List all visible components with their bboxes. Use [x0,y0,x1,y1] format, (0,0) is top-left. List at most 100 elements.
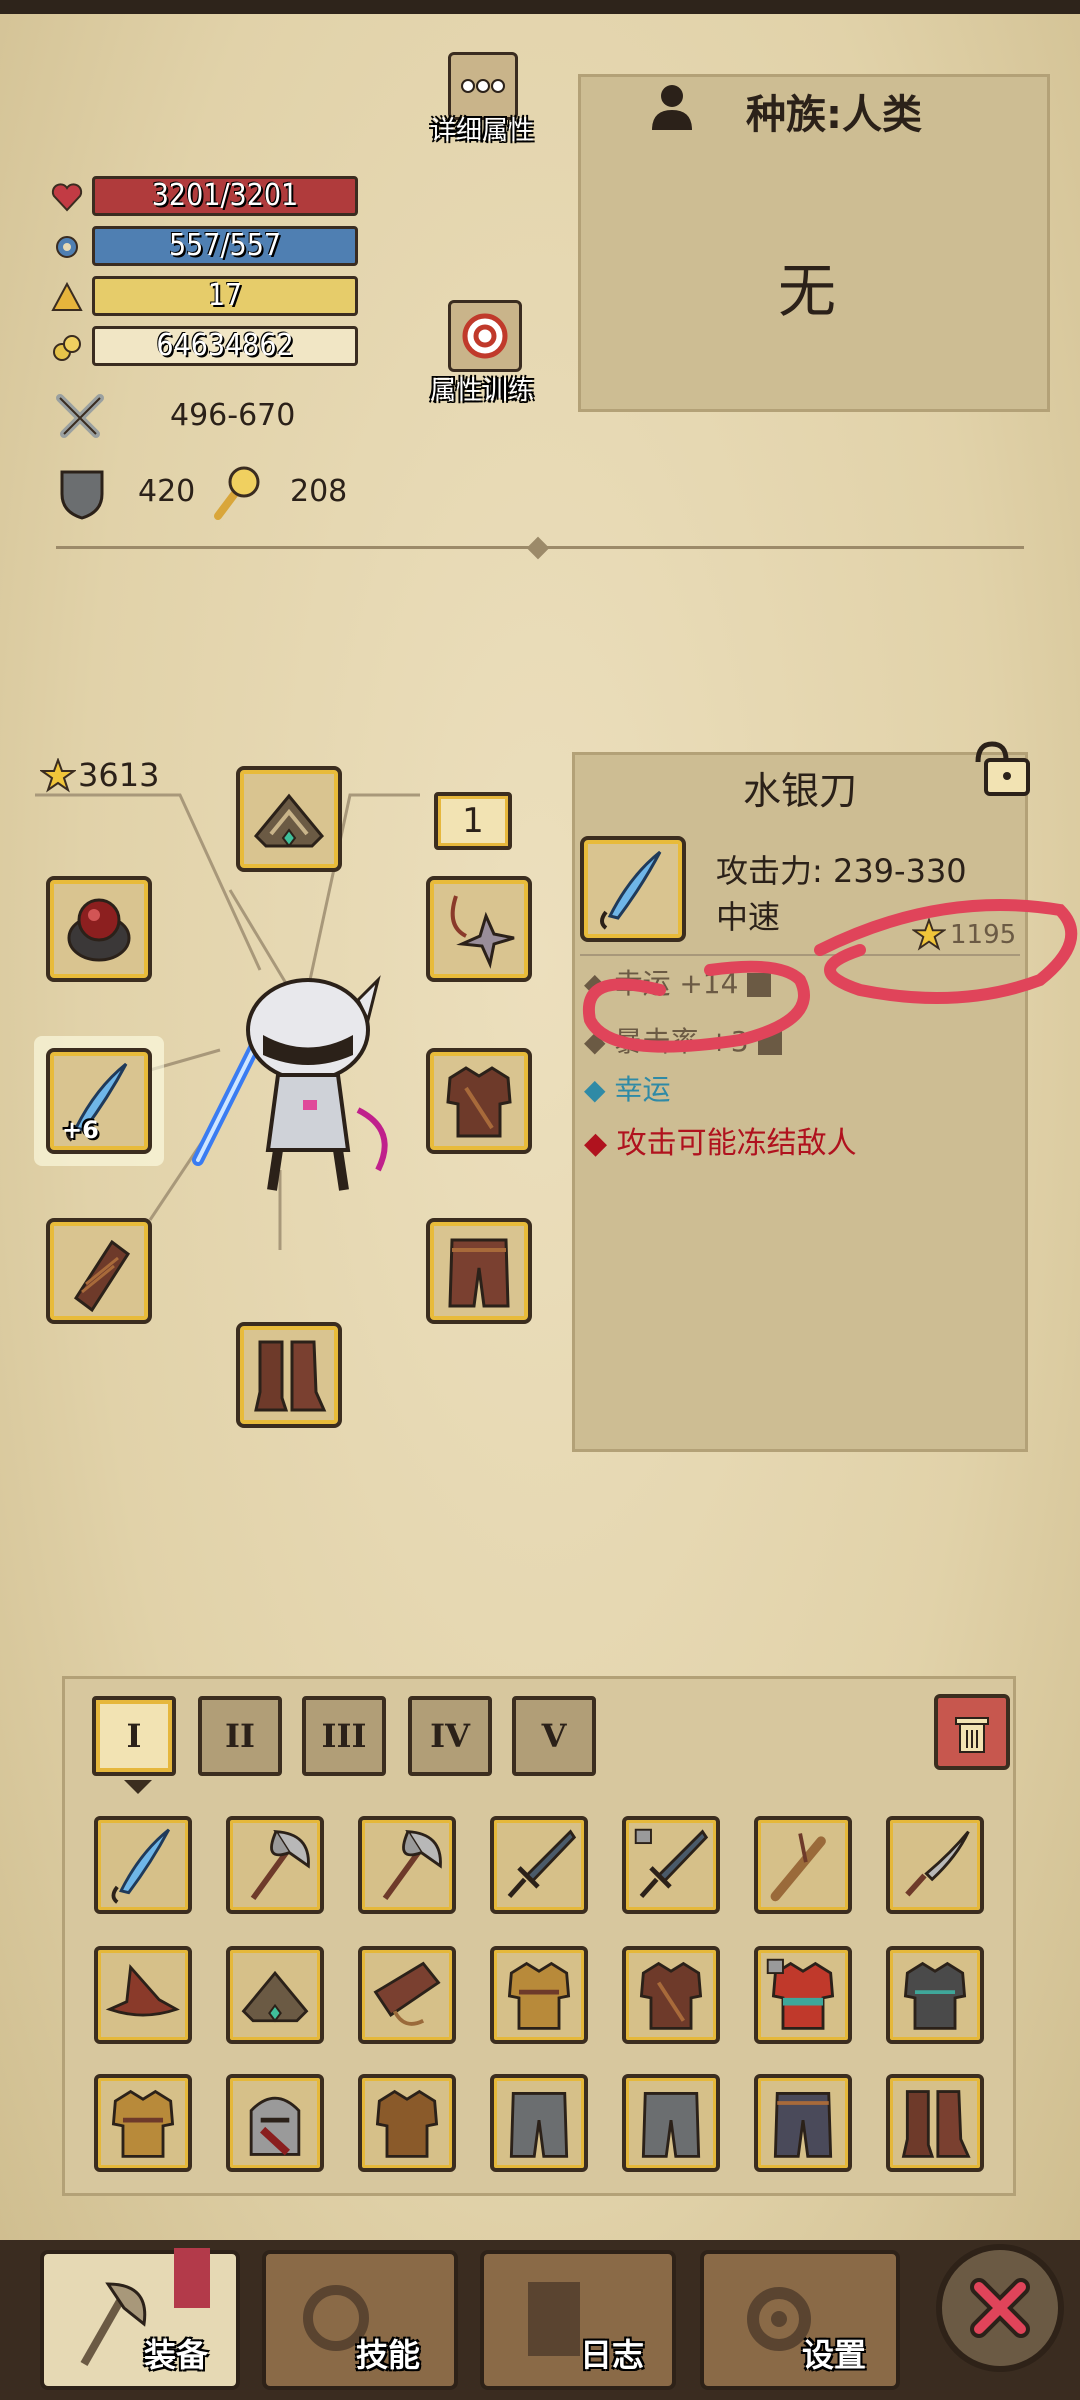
magic-value: 208 [290,474,348,509]
inventory-item[interactable] [358,1946,456,2044]
inventory-tab-1[interactable]: I [92,1696,176,1776]
inventory-item[interactable] [226,1816,324,1914]
inventory-tab-4-label: IV [430,1717,470,1755]
gray-pants-icon [509,2092,569,2158]
crossed-swords-icon [56,394,104,438]
magic-orb-icon [214,466,260,520]
inventory-tab-2-label: II [225,1717,255,1755]
gloves-slot[interactable] [46,1218,152,1324]
inventory-tab-2[interactable]: II [198,1696,282,1776]
inventory-item[interactable] [886,1946,984,2044]
leather-boots-icon [901,2090,971,2158]
weapon-enhance-level: +6 [62,1116,99,1144]
inventory-tab-4[interactable]: IV [408,1696,492,1776]
inventory-item[interactable] [226,2074,324,2172]
mp-value: 557/557 [92,226,358,266]
ornate-helmet-icon [253,793,325,848]
attack-value: 496-670 [170,398,296,433]
weapon-slot[interactable]: +6 [46,1048,152,1154]
gold-armor-icon [507,1961,571,2030]
inventory-item[interactable] [622,1816,720,1914]
inventory-item[interactable] [886,1816,984,1914]
wooden-club-icon [770,1833,826,1902]
inventory-item[interactable] [490,1816,588,1914]
item-attr-luck-bonus: ◆ 幸运 [584,1073,671,1106]
dark-sword-icon [507,1829,577,1899]
shield-icon [60,470,104,520]
inventory-tab-3-label: III [321,1717,367,1755]
inventory-tab-5[interactable]: V [512,1696,596,1776]
battle-axe-icon [250,1830,310,1901]
inventory-item[interactable] [358,1816,456,1914]
race-title: 种族:人类 [746,92,922,138]
item-effect: ◆ 攻击可能冻结敌人 [584,1126,857,1161]
trash-icon [955,1717,989,1753]
star-icon [40,758,76,793]
nav-equip-button[interactable]: 装备 [40,2248,240,2390]
locked-dark-sword-icon [634,1828,709,1899]
nav-log-label: 日志 [580,2336,645,2374]
leather-armor-icon [446,1066,512,1138]
item-attr-luck-bonus-text: 幸运 [614,1073,671,1106]
ring-slot[interactable] [46,876,152,982]
ring-count-badge: 1 [434,792,512,850]
mp-row: 557/557 [50,226,360,268]
top-border [0,0,1080,14]
close-button[interactable] [936,2244,1064,2372]
active-bookmark-icon [174,2248,210,2308]
pants-slot[interactable] [426,1218,532,1324]
inventory-item[interactable] [490,1946,588,2044]
inventory-item[interactable] [622,1946,720,2044]
attribute-training-label: 属性训练 [430,376,535,406]
inventory-tab-3[interactable]: III [302,1696,386,1776]
inventory-item[interactable] [94,1816,192,1914]
target-icon [462,313,508,359]
heart-icon [51,183,83,212]
gold-armor-icon [111,2089,175,2158]
nav-settings-label: 设置 [802,2336,867,2374]
short-blade-icon [905,1830,970,1897]
boots-slot[interactable] [236,1322,342,1428]
nav-skills-label: 技能 [356,2336,421,2374]
equipment-score: 3613 [78,756,160,794]
attribute-training-button[interactable] [448,300,522,372]
inventory-item[interactable] [226,1946,324,2044]
item-name: 水银刀 [742,769,857,813]
inventory-item[interactable] [490,2074,588,2172]
gold-value: 64634862 [92,326,358,366]
character-avatar[interactable] [168,960,418,1210]
ornate-helmet-icon [241,1970,309,2023]
nav-skills-button[interactable]: 技能 [262,2250,458,2390]
unlock-icon[interactable] [970,740,1034,800]
ruby-ring-icon [67,898,131,962]
inventory-item[interactable] [754,1816,852,1914]
inventory-item[interactable] [886,2074,984,2172]
locked-red-tunic-icon [766,1958,835,2030]
trash-button[interactable] [934,1694,1010,1770]
inventory-item[interactable] [754,2074,852,2172]
race-value: 无 [778,257,837,325]
inventory-item[interactable] [754,1946,852,2044]
amulet-slot[interactable] [426,876,532,982]
armor-slot[interactable] [426,1048,532,1154]
gold-row: 64634862 [50,326,360,368]
shuriken-amulet-icon [450,895,515,969]
mercury-blade-icon [111,1828,171,1904]
axe-nav-icon [80,2282,147,2366]
person-icon [652,85,692,130]
inventory-tab-1-label: I [126,1717,142,1755]
leather-pants-icon [448,1238,510,1308]
heavy-armor-icon [903,1961,967,2030]
helmet-slot[interactable] [236,766,342,872]
leather-armor-icon [375,2089,439,2158]
more-dots-icon [461,79,505,93]
inventory-item[interactable] [94,1946,192,2044]
nav-settings-button[interactable]: 设置 [700,2250,900,2390]
nav-log-button[interactable]: 日志 [480,2250,676,2390]
gold-coins-icon [53,335,81,361]
level-row: 17 [50,276,360,318]
inventory-item[interactable] [358,2074,456,2172]
inventory-item[interactable] [94,2074,192,2172]
hp-value: 3201/3201 [92,176,358,216]
inventory-item[interactable] [622,2074,720,2172]
